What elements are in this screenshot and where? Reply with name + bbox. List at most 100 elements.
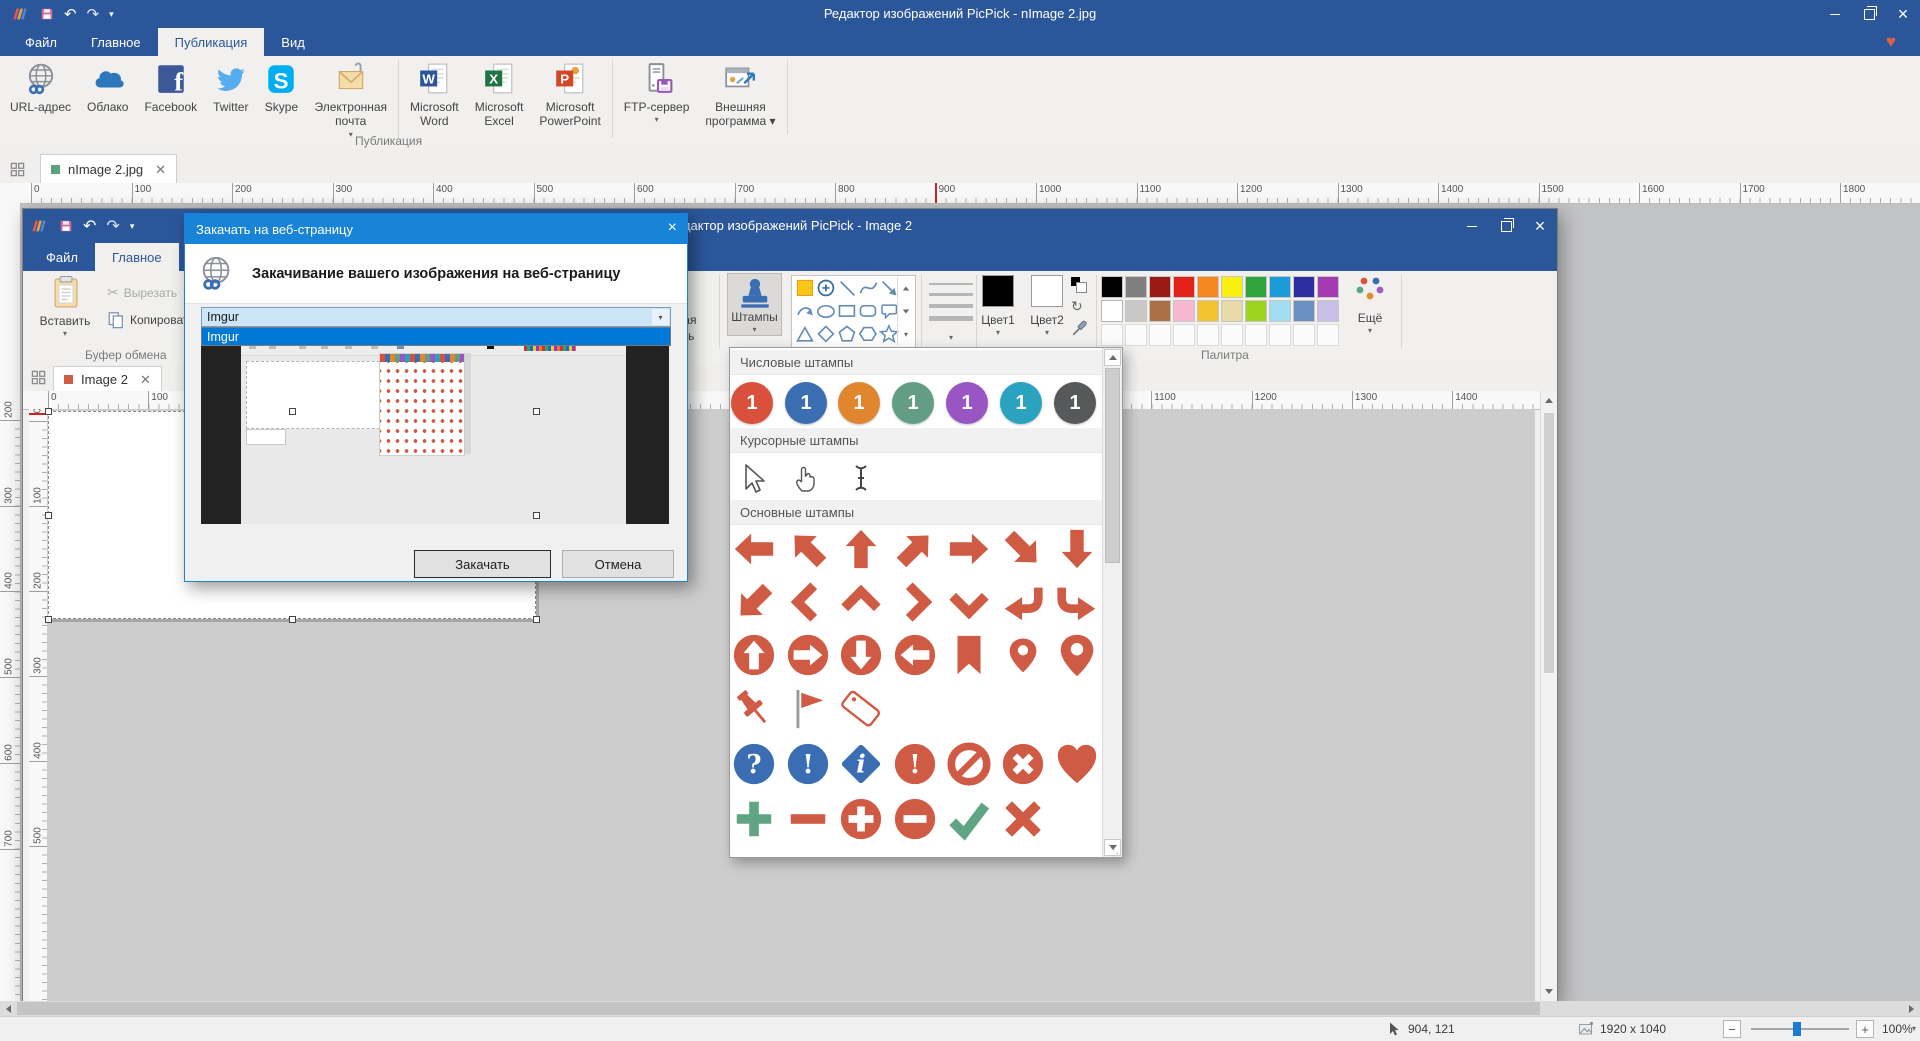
stamp-circle-exclaim-blue[interactable]: ! [785, 741, 831, 787]
color2-button[interactable]: Цвет2 ▾ [1031, 275, 1063, 337]
scroll-up-icon[interactable] [1540, 392, 1557, 409]
stamp-arrow-up-left[interactable] [785, 526, 831, 572]
publish-button-powerpoint[interactable]: PMicrosoft PowerPoint [531, 56, 608, 146]
selection-handle[interactable] [533, 512, 540, 519]
palette-color-swatch[interactable] [1317, 276, 1339, 298]
stamp-chevron-down[interactable] [946, 579, 992, 625]
publish-button-external-app[interactable]: Внешняя программа ▾ [697, 56, 783, 146]
palette-color-swatch[interactable] [1221, 300, 1243, 322]
palette-color-swatch[interactable] [1197, 300, 1219, 322]
line-width-dropdown-icon[interactable]: ▾ [929, 333, 973, 342]
stamp-arrow-up[interactable] [838, 526, 884, 572]
close-tab-icon[interactable]: ✕ [140, 372, 151, 388]
publish-button-cloud[interactable]: Облако [79, 56, 136, 146]
shape-ellipse-icon[interactable] [815, 300, 838, 323]
default-colors-icon[interactable] [1071, 277, 1085, 291]
palette-color-swatch[interactable] [1269, 276, 1291, 298]
palette-color-swatch[interactable] [1269, 300, 1291, 322]
stamp-circle-arrow-right[interactable] [785, 632, 831, 678]
stamp-diamond-info[interactable]: i [838, 741, 884, 787]
minimize-button[interactable] [1455, 212, 1489, 240]
palette-color-swatch[interactable] [1245, 300, 1267, 322]
stamp-arrow-down[interactable] [1054, 526, 1100, 572]
stamp-minus-red[interactable] [785, 796, 831, 842]
stamp-return-arrow-left[interactable] [1000, 579, 1046, 625]
zoom-slider-thumb[interactable] [1793, 1022, 1801, 1036]
stamp-circle-minus[interactable] [892, 796, 938, 842]
shape-curve-icon[interactable] [857, 277, 880, 300]
stamp-arrow-right[interactable] [946, 526, 992, 572]
palette-color-swatch[interactable] [1173, 276, 1195, 298]
maximize-button[interactable] [1489, 212, 1523, 240]
scroll-thumb[interactable] [1544, 413, 1554, 673]
upload-service-combobox[interactable]: Imgur ▾ [201, 307, 671, 327]
palette-color-swatch[interactable] [1293, 276, 1315, 298]
shape-triangle-icon[interactable] [794, 323, 817, 346]
palette-color-swatch[interactable] [1245, 276, 1267, 298]
copy-button[interactable]: Копировать [107, 311, 195, 329]
publish-button-excel[interactable]: XMicrosoft Excel [467, 56, 532, 146]
publish-button-url[interactable]: URL-адрес [2, 56, 79, 146]
scroll-right-icon[interactable] [1903, 1001, 1920, 1016]
stamp-check-green[interactable] [946, 796, 992, 842]
publish-button-word[interactable]: WMicrosoft Word [402, 56, 467, 146]
publish-button-email[interactable]: Электронная почта▾ [306, 56, 395, 146]
palette-color-swatch[interactable] [1149, 276, 1171, 298]
stamp-chevron-right[interactable] [892, 579, 938, 625]
document-tab-nimage[interactable]: nImage 2.jpg ✕ [40, 154, 177, 184]
palette-color-swatch[interactable] [1221, 276, 1243, 298]
color1-button[interactable]: Цвет1 ▾ [982, 275, 1014, 337]
tab-grid-icon[interactable] [6, 158, 28, 180]
scroll-left-icon[interactable] [0, 1001, 17, 1016]
shape-hexagon-icon[interactable] [857, 323, 880, 346]
stamp-chevron-left[interactable] [785, 579, 831, 625]
zoom-in-button[interactable]: + [1856, 1020, 1874, 1038]
selection-handle[interactable] [289, 616, 296, 623]
canvas-horizontal-scrollbar[interactable] [0, 1001, 1920, 1016]
restore-button[interactable] [1852, 0, 1886, 28]
stamp-no-entry[interactable] [946, 741, 992, 787]
stamp-arrow-down-right[interactable] [1000, 526, 1046, 572]
palette-color-swatch[interactable] [1293, 300, 1315, 322]
palette-empty-swatch[interactable] [1149, 324, 1171, 346]
stamp-circle-exclaim-red[interactable]: ! [892, 741, 938, 787]
stamp-pushpin[interactable] [731, 686, 777, 732]
shape-line-icon[interactable] [836, 277, 859, 300]
like-heart-icon[interactable]: ♥ [1886, 32, 1896, 52]
publish-button-facebook[interactable]: fFacebook [136, 56, 205, 146]
document-tab-image2[interactable]: Image 2 ✕ [53, 366, 162, 392]
scroll-down-icon[interactable] [1540, 983, 1557, 1000]
tab-файл[interactable]: Файл [8, 28, 74, 56]
stamp-heart[interactable] [1054, 741, 1100, 787]
dialog-close-icon[interactable]: × [668, 219, 677, 237]
scroll-thumb[interactable] [1105, 368, 1120, 563]
more-colors-button[interactable]: Ещё ▾ [1349, 275, 1391, 335]
shape-pentagon-icon[interactable] [836, 323, 859, 346]
palette-empty-swatch[interactable] [1317, 324, 1339, 346]
shapes-more-icon[interactable]: ▾ [897, 323, 914, 345]
number-stamp[interactable]: 1 [1054, 382, 1096, 424]
selection-handle[interactable] [45, 408, 52, 415]
shape-rounded-rectangle-icon[interactable] [857, 300, 880, 323]
palette-empty-swatch[interactable] [1245, 324, 1267, 346]
arrow-cursor-icon[interactable] [735, 462, 767, 494]
stamp-plus-green[interactable] [731, 796, 777, 842]
child-tab-главное[interactable]: Главное [95, 243, 179, 271]
upload-button[interactable]: Закачать [414, 550, 551, 578]
shape-zoom-icon[interactable] [815, 277, 838, 300]
selection-handle[interactable] [289, 408, 296, 415]
selection-handle[interactable] [45, 616, 52, 623]
number-stamp[interactable]: 1 [946, 382, 988, 424]
stamp-circle-plus[interactable] [838, 796, 884, 842]
shape-curved-arrow-icon[interactable] [794, 300, 817, 323]
child-tab-файл[interactable]: Файл [29, 243, 95, 271]
tab-публикация[interactable]: Публикация [158, 28, 265, 56]
stamp-circle-question[interactable]: ? [731, 741, 777, 787]
hand-cursor-icon[interactable] [790, 462, 822, 494]
selection-handle[interactable] [533, 408, 540, 415]
resize-grip-icon[interactable]: ⋱ [1109, 845, 1119, 856]
publish-button-twitter[interactable]: Twitter [205, 56, 256, 146]
combobox-dropdown-icon[interactable]: ▾ [652, 309, 669, 325]
palette-color-swatch[interactable] [1125, 300, 1147, 322]
stamp-x-red[interactable] [1000, 796, 1046, 842]
